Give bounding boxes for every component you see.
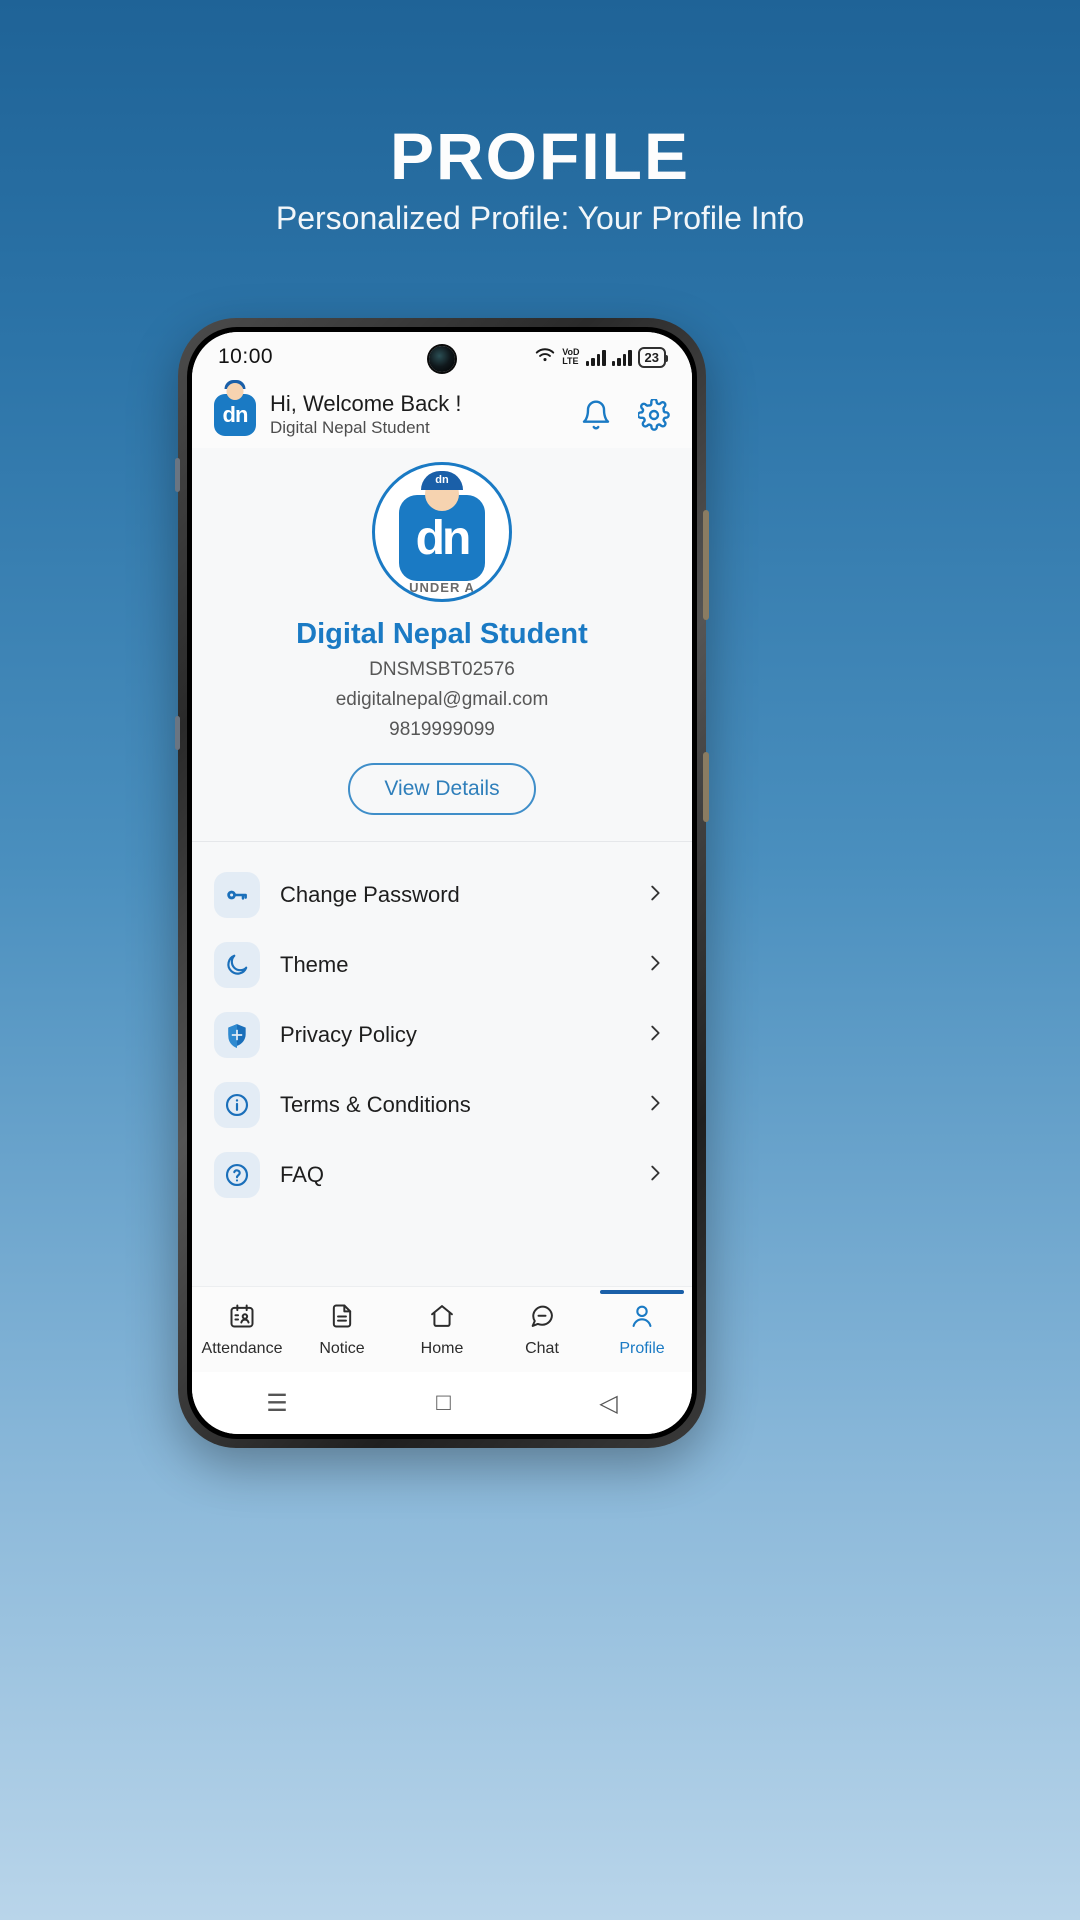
phone-bezel: 10:00 VoD LTE 23 dn Hi, Welcome Back ! D…: [187, 327, 697, 1439]
nav-item-home[interactable]: Home: [392, 1302, 492, 1358]
app-header: dn Hi, Welcome Back ! Digital Nepal Stud…: [192, 380, 692, 448]
android-system-nav: ☰ □ ◁: [192, 1372, 692, 1434]
signal-bars-sim2: [611, 349, 632, 366]
question-circle-icon: [214, 1152, 260, 1198]
nav-item-attendance[interactable]: Attendance: [192, 1302, 292, 1358]
notification-bell-icon[interactable]: [580, 399, 612, 431]
status-bar: 10:00 VoD LTE 23: [192, 332, 692, 382]
chat-icon: [528, 1302, 556, 1335]
profile-screen-body: dn dn UNDER A Digital Nepal Student DNSM…: [192, 448, 692, 1286]
page-title: PROFILE: [389, 119, 690, 193]
avatar-badge-text: dn: [435, 474, 449, 486]
power-button[interactable]: [703, 510, 709, 620]
nav-label: Attendance: [201, 1339, 283, 1357]
attendance-icon: [228, 1302, 256, 1335]
nav-label: Notice: [319, 1339, 365, 1357]
front-camera: [429, 346, 455, 372]
menu-item-faq[interactable]: FAQ: [192, 1140, 692, 1210]
app-logo-text: dn: [222, 402, 249, 427]
person-icon: [628, 1302, 656, 1335]
wifi-icon: [534, 346, 556, 368]
shield-icon: [214, 1012, 260, 1058]
home-button[interactable]: □: [436, 1389, 451, 1417]
nav-item-profile[interactable]: Profile: [592, 1289, 692, 1358]
settings-gear-icon[interactable]: [638, 399, 670, 431]
avatar-caption: UNDER A: [409, 580, 475, 595]
menu-item-terms-conditions[interactable]: Terms & Conditions: [192, 1070, 692, 1140]
profile-id: DNSMSBT02576: [369, 659, 515, 680]
menu-item-theme[interactable]: Theme: [192, 930, 692, 1000]
battery-indicator: 23: [637, 346, 669, 368]
nav-item-chat[interactable]: Chat: [492, 1302, 592, 1358]
nav-label: Chat: [525, 1339, 559, 1357]
settings-menu-list: Change Password Theme Privacy Policy Ter…: [192, 842, 692, 1286]
menu-label: FAQ: [280, 1162, 325, 1187]
menu-item-change-password[interactable]: Change Password: [192, 860, 692, 930]
profile-card: dn dn UNDER A Digital Nepal Student DNSM…: [192, 448, 692, 842]
nav-label: Profile: [619, 1339, 665, 1357]
document-icon: [328, 1302, 356, 1335]
logo-head: [226, 383, 244, 400]
menu-label: Change Password: [280, 882, 460, 907]
volume-up-button[interactable]: [175, 458, 180, 492]
menu-label: Terms & Conditions: [280, 1092, 471, 1117]
recents-button[interactable]: ☰: [266, 1389, 288, 1418]
chevron-right-icon: [644, 1092, 666, 1119]
menu-item-privacy-policy[interactable]: Privacy Policy: [192, 1000, 692, 1070]
chevron-right-icon: [644, 1022, 666, 1049]
header-username: Digital Nepal Student: [270, 417, 430, 437]
phone-mockup: 10:00 VoD LTE 23 dn Hi, Welcome Back ! D…: [175, 318, 709, 1448]
profile-email: edigitalnepal@gmail.com: [335, 689, 549, 710]
assistant-button[interactable]: [703, 752, 709, 822]
info-circle-icon: [214, 1082, 260, 1128]
menu-label: Privacy Policy: [280, 1022, 417, 1047]
back-button[interactable]: ◁: [599, 1389, 617, 1418]
header-actions: [580, 399, 670, 431]
nav-label: Home: [420, 1339, 464, 1357]
nav-item-notice[interactable]: Notice: [292, 1302, 392, 1358]
app-logo-icon: dn: [214, 380, 256, 436]
chevron-right-icon: [644, 1162, 666, 1189]
chevron-right-icon: [644, 882, 666, 909]
header-text-block: Hi, Welcome Back ! Digital Nepal Student: [270, 391, 566, 438]
greeting-text: Hi, Welcome Back !: [270, 391, 462, 417]
home-icon: [428, 1302, 456, 1335]
phone-screen: 10:00 VoD LTE 23 dn Hi, Welcome Back ! D…: [192, 332, 692, 1434]
view-details-button[interactable]: View Details: [348, 763, 536, 815]
avatar[interactable]: dn dn UNDER A: [372, 462, 512, 602]
chevron-right-icon: [644, 952, 666, 979]
profile-name: Digital Nepal Student: [296, 618, 588, 650]
profile-phone: 9819999099: [389, 719, 495, 740]
signal-bars-sim1: [585, 349, 606, 366]
status-icons: VoD LTE 23: [534, 346, 669, 368]
status-time: 10:00: [218, 345, 274, 368]
volume-down-button[interactable]: [175, 716, 180, 750]
moon-icon: [214, 942, 260, 988]
key-icon: [214, 872, 260, 918]
menu-label: Theme: [280, 952, 349, 977]
volte-indicator: VoD LTE: [562, 347, 580, 366]
bottom-navigation: Attendance Notice Home Chat Profile: [192, 1286, 692, 1372]
page-subtitle: Personalized Profile: Your Profile Info: [275, 200, 805, 236]
